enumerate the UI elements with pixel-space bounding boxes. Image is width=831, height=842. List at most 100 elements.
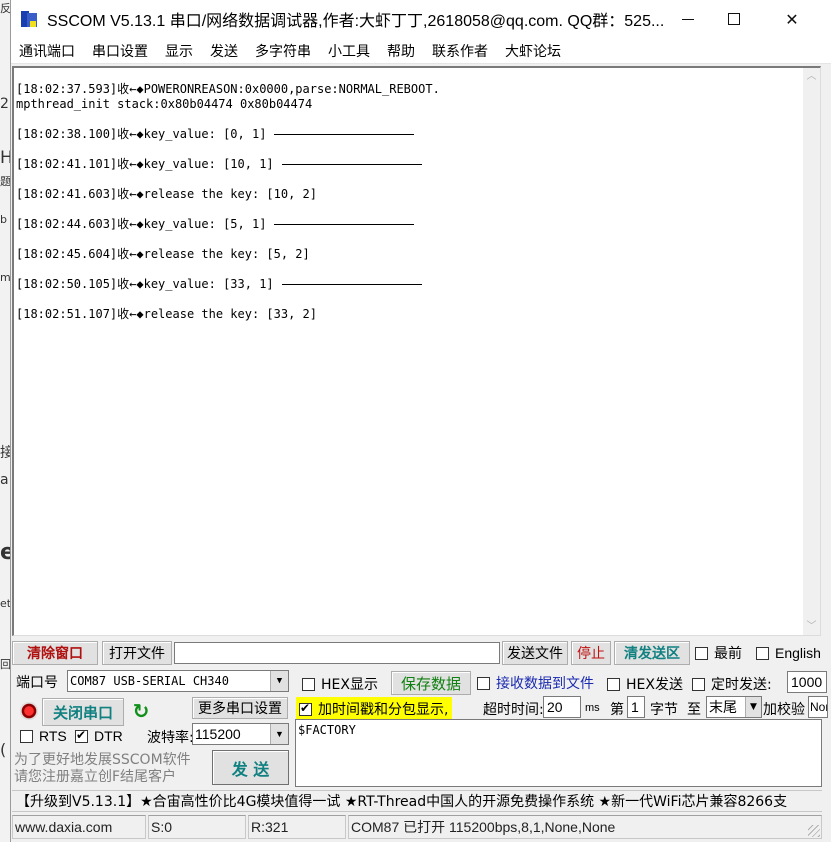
sscom-app-icon [21,9,39,29]
timestamp-check-box[interactable] [299,701,312,716]
byte-from-input[interactable]: 1 [627,696,645,718]
maximize-button[interactable] [711,0,757,38]
topmost-check-box[interactable] [695,646,708,660]
log-spacer [16,202,440,217]
timed-send-check-box[interactable] [692,677,705,691]
send-button[interactable]: 发 送 [212,750,289,785]
menu-tools[interactable]: 小工具 [328,41,370,61]
title-bar[interactable]: SSCOM V5.13.1 串口/网络数据调试器,作者:大虾丁丁,2618058… [11,0,831,38]
timeout-input[interactable]: 20 [543,696,581,718]
log-separator-line [281,284,422,285]
refresh-icon[interactable]: ↻ [130,699,152,723]
byte-to-value: 末尾 [709,700,737,716]
timed-send-label: 定时发送: [711,677,772,693]
send-textarea[interactable]: $FACTORY [295,719,822,787]
menu-contact-author[interactable]: 联系作者 [432,41,488,61]
rts-label: RTS [39,728,67,744]
log-separator-line [274,134,415,135]
clear-send-button[interactable]: 清发送区 [614,641,690,665]
window-title: SSCOM V5.13.1 串口/网络数据调试器,作者:大虾丁丁,2618058… [47,13,665,30]
receive-scrollbar[interactable]: ︿ ﹀ [803,68,820,635]
rts-check-box[interactable] [20,729,33,743]
log-spacer [16,112,440,127]
hex-display-checkbox[interactable]: HEX显示 [302,674,378,694]
close-button[interactable]: ✕ [769,0,815,38]
scroll-down-icon[interactable]: ﹀ [803,618,820,635]
log-line: [18:02:41.101]收←◆key_value: [10, 1] [16,157,440,172]
rts-checkbox[interactable]: RTS [20,728,67,744]
chevron-down-icon[interactable]: ▼ [745,697,761,717]
menu-send[interactable]: 发送 [210,41,238,61]
recv-to-file-check-box[interactable] [477,676,490,690]
baud-rate-select[interactable]: 115200 ▼ [192,723,289,745]
stop-button[interactable]: 停止 [571,641,611,665]
english-check-box[interactable] [756,646,769,660]
save-data-button[interactable]: 保存数据 [391,671,471,695]
control-panel: 端口号 COM87 USB-SERIAL CH340 ▼ 关闭串口 ↻ 更多串口… [12,668,828,788]
news-marquee[interactable]: 【升级到V5.13.1】★合宙高性价比4G模块值得一试 ★RT-Thread中国… [12,790,822,812]
clear-window-button[interactable]: 清除窗口 [12,641,98,665]
byte-from-label: 第 [610,702,624,718]
status-website-link[interactable]: www.daxia.com [12,815,146,839]
receive-area[interactable]: [18:02:37.593]收←◆POWERONREASON:0x0000,pa… [12,66,821,636]
bg-text-fragment: a [0,472,9,488]
port-label: 端口号 [16,675,58,691]
send-file-button[interactable]: 发送文件 [502,641,568,665]
timestamp-checkbox[interactable]: 加时间戳和分包显示, [296,697,453,721]
chevron-down-icon[interactable]: ▼ [270,724,288,744]
log-line: mpthread_init stack:0x80b04474 0x80b0447… [16,97,440,112]
dtr-checkbox[interactable]: DTR [75,728,123,744]
menu-comm-port[interactable]: 通讯端口 [19,41,75,61]
hex-send-check-box[interactable] [607,677,620,691]
hex-display-check-box[interactable] [302,677,315,691]
menu-forum[interactable]: 大虾论坛 [505,41,561,61]
byte-to-select[interactable]: 末尾 ▼ [706,696,762,718]
timed-send-checkbox[interactable]: 定时发送: [692,674,772,694]
menu-display[interactable]: 显示 [165,41,193,61]
receive-log: [18:02:37.593]收←◆POWERONREASON:0x0000,pa… [16,82,440,322]
scroll-up-icon[interactable]: ︿ [803,68,820,85]
byte-unit-label: 字节 [650,702,678,718]
log-line-text: [18:02:41.603]收←◆release the key: [10, 2… [16,187,317,201]
baud-rate-value: 115200 [195,726,241,742]
port-select-value: COM87 USB-SERIAL CH340 [70,674,229,688]
log-line: [18:02:41.603]收←◆release the key: [10, 2… [16,187,440,202]
hex-send-checkbox[interactable]: HEX发送 [607,674,683,694]
log-line: [18:02:50.105]收←◆key_value: [33, 1] [16,277,440,292]
chevron-down-icon[interactable]: ▼ [270,671,288,691]
port-status-led-icon [20,702,38,720]
log-line: [18:02:45.604]收←◆release the key: [5, 2] [16,247,440,262]
promo-line-1: 为了更好地发展SSCOM软件 [14,752,191,768]
baud-rate-label: 波特率: [147,730,194,746]
checksum-select[interactable]: None [808,696,828,718]
port-select[interactable]: COM87 USB-SERIAL CH340 ▼ [67,670,289,692]
menu-serial-settings[interactable]: 串口设置 [92,41,148,61]
hex-send-label: HEX发送 [626,677,683,693]
checksum-label: 加校验 [763,702,805,718]
recv-to-file-label: 接收数据到文件 [496,676,594,692]
recv-to-file-checkbox[interactable]: 接收数据到文件 [477,673,594,693]
status-received-count: R:321 [248,815,346,839]
menu-help[interactable]: 帮助 [387,41,415,61]
log-line-text: [18:02:45.604]收←◆release the key: [5, 2] [16,247,310,261]
timeout-label: 超时时间: [483,702,544,718]
log-spacer [16,172,440,187]
file-path-input[interactable] [174,642,500,664]
log-line-text: [18:02:44.603]收←◆key_value: [5, 1] [16,217,267,231]
close-port-button[interactable]: 关闭串口 [42,698,124,726]
menu-multi-string[interactable]: 多字符串 [255,41,311,61]
minimize-button[interactable] [665,0,711,38]
log-line-text: [18:02:51.107]收←◆release the key: [33, 2… [16,307,317,321]
topmost-checkbox[interactable]: 最前 [695,643,742,663]
open-file-button[interactable]: 打开文件 [102,641,172,665]
dtr-check-box[interactable] [75,728,88,743]
promo-text[interactable]: 为了更好地发展SSCOM软件 请您注册嘉立创F结尾客户 [14,752,204,786]
port-settings-panel: 端口号 COM87 USB-SERIAL CH340 ▼ 关闭串口 ↻ 更多串口… [12,668,292,788]
log-line: [18:02:37.593]收←◆POWERONREASON:0x0000,pa… [16,82,440,97]
dtr-label: DTR [94,728,123,744]
english-checkbox[interactable]: English [756,645,821,661]
resize-grip-icon[interactable] [808,825,820,837]
timed-interval-input[interactable]: 1000 [787,671,827,693]
more-port-settings-button[interactable]: 更多串口设置 [192,697,288,719]
log-line-text: [18:02:37.593]收←◆POWERONREASON:0x0000,pa… [16,82,440,96]
